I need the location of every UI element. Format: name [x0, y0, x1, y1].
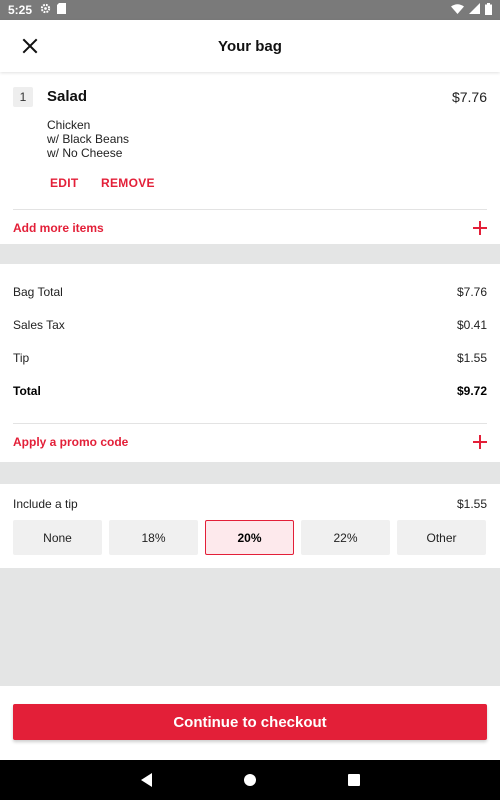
tip-card: Include a tip $1.55 None 18% 20% 22% Oth… — [0, 484, 500, 568]
sales-tax-row: Sales Tax $0.41 — [13, 318, 487, 332]
tip-row: Tip $1.55 — [13, 351, 487, 365]
gear-icon — [40, 3, 51, 17]
plus-icon — [473, 435, 487, 449]
apply-promo-code-button[interactable]: Apply a promo code — [13, 432, 487, 452]
order-totals-card: Bag Total $7.76 Sales Tax $0.41 Tip $1.5… — [0, 264, 500, 462]
divider — [13, 423, 487, 424]
tip-option-22[interactable]: 22% — [301, 520, 390, 555]
item-modifier: Chicken — [47, 118, 91, 132]
include-tip-label: Include a tip — [13, 497, 78, 511]
continue-to-checkout-button[interactable]: Continue to checkout — [13, 704, 487, 740]
tip-option-18[interactable]: 18% — [109, 520, 198, 555]
sales-tax-value: $0.41 — [456, 318, 487, 332]
add-more-items-label: Add more items — [13, 221, 104, 235]
add-more-items-button[interactable]: Add more items — [13, 218, 487, 238]
bag-total-value: $7.76 — [456, 285, 487, 299]
tip-amount: $1.55 — [456, 497, 487, 511]
checkout-bar: Continue to checkout — [0, 686, 500, 760]
close-icon[interactable] — [18, 34, 42, 58]
system-nav-bar — [0, 760, 500, 800]
tip-option-20[interactable]: 20% — [205, 520, 294, 555]
item-price: $7.76 — [451, 89, 487, 105]
promo-code-label: Apply a promo code — [13, 435, 129, 449]
item-modifier: w/ No Cheese — [47, 146, 123, 160]
sd-card-icon — [57, 3, 67, 17]
item-name: Salad — [47, 88, 88, 105]
recent-apps-icon[interactable] — [346, 772, 362, 788]
edit-item-button[interactable]: EDIT — [50, 176, 79, 190]
total-row: Total $9.72 — [13, 384, 487, 398]
back-icon[interactable] — [138, 772, 154, 788]
wifi-icon — [451, 3, 464, 17]
home-icon[interactable] — [242, 772, 258, 788]
item-quantity: 1 — [13, 87, 33, 107]
total-value: $9.72 — [456, 384, 487, 398]
tip-options: None 18% 20% 22% Other — [13, 520, 486, 555]
remove-item-button[interactable]: REMOVE — [101, 176, 155, 190]
bag-total-label: Bag Total — [13, 285, 63, 299]
sales-tax-label: Sales Tax — [13, 318, 65, 332]
plus-icon — [473, 221, 487, 235]
status-bar: 5:25 — [0, 0, 500, 20]
battery-icon — [485, 2, 492, 18]
signal-icon — [469, 3, 480, 17]
item-modifiers: Chicken w/ Black Beans w/ No Cheese — [47, 118, 129, 160]
tip-option-other[interactable]: Other — [397, 520, 486, 555]
total-label: Total — [13, 384, 41, 398]
page-title: Your bag — [218, 37, 282, 55]
item-modifier: w/ Black Beans — [47, 132, 130, 146]
status-time: 5:25 — [8, 3, 33, 17]
tip-label: Tip — [13, 351, 30, 365]
app-header: Your bag — [0, 20, 500, 72]
tip-header: Include a tip $1.55 — [13, 497, 487, 511]
tip-option-none[interactable]: None — [13, 520, 102, 555]
tip-value: $1.55 — [456, 351, 487, 365]
divider — [13, 209, 487, 210]
bag-items-card: 1 Salad $7.76 Chicken w/ Black Beans w/ … — [0, 72, 500, 244]
bag-total-row: Bag Total $7.76 — [13, 285, 487, 299]
